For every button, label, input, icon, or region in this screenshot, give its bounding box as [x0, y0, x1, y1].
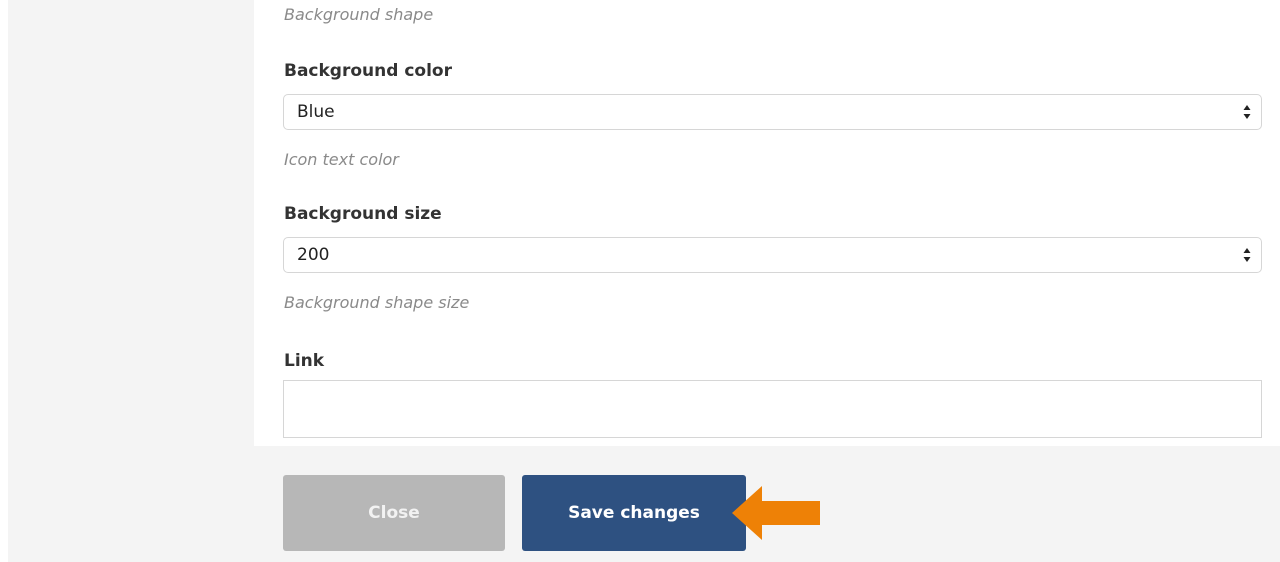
save-changes-button[interactable]: Save changes [522, 475, 746, 551]
background-size-select[interactable]: 200 [283, 237, 1262, 273]
close-button[interactable]: Close [283, 475, 505, 551]
background-shape-help: Background shape [284, 5, 434, 24]
background-color-select[interactable]: Blue [283, 94, 1262, 130]
background-color-label: Background color [284, 61, 452, 81]
link-input[interactable] [283, 380, 1262, 438]
page: Background shape Background color Blue I… [0, 0, 1280, 562]
background-size-value: 200 [297, 245, 330, 265]
background-color-value: Blue [297, 102, 335, 122]
up-down-caret-icon [1243, 248, 1251, 262]
background-color-help: Icon text color [284, 150, 399, 169]
up-down-caret-icon [1243, 105, 1251, 119]
background-size-label: Background size [284, 204, 442, 224]
modal-body: Background shape Background color Blue I… [254, 0, 1280, 446]
link-label: Link [284, 351, 325, 371]
background-size-help: Background shape size [284, 293, 470, 312]
side-gutter [8, 0, 254, 562]
arrow-left-icon [732, 486, 820, 540]
left-edge [0, 0, 8, 562]
